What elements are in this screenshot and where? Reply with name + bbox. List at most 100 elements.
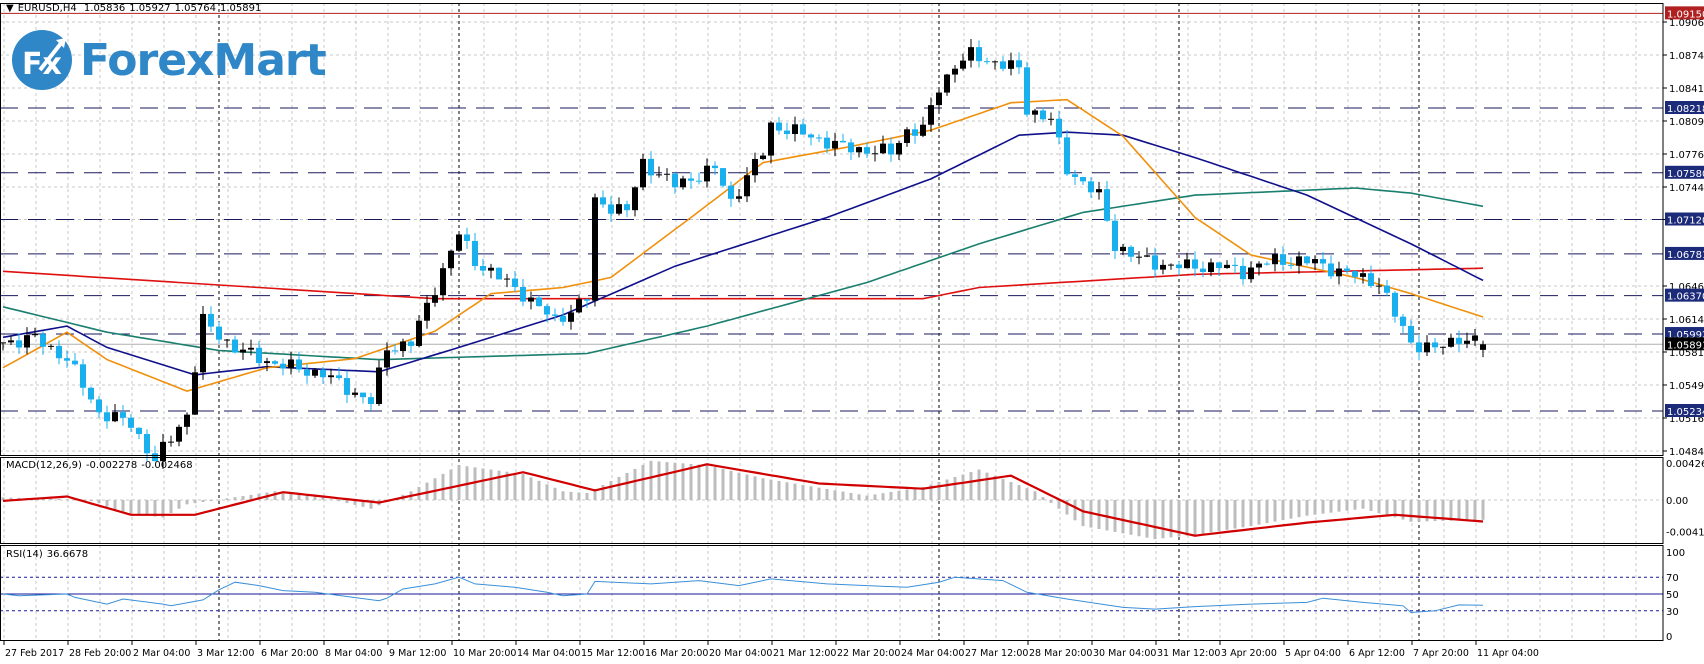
candle-body <box>528 297 534 302</box>
macd-histogram-bar <box>961 474 965 500</box>
candle <box>1232 257 1238 274</box>
macd-histogram-bar <box>993 475 997 500</box>
candle-body <box>1352 271 1358 277</box>
macd-histogram-bar <box>193 500 197 504</box>
macd-histogram-bar <box>449 469 453 500</box>
candle <box>472 232 478 271</box>
level-label: 1.07580 <box>1667 169 1704 180</box>
candle-body <box>288 359 294 369</box>
candle-body <box>464 234 470 241</box>
candle <box>24 327 30 355</box>
macd-histogram-bar <box>817 487 821 500</box>
candle <box>8 336 14 345</box>
ma-red-line <box>2 267 1484 300</box>
candle-body <box>80 364 86 388</box>
candle <box>1184 252 1190 269</box>
macd-tick-label: 0.004261 <box>1666 459 1704 470</box>
candle-body <box>1008 60 1014 69</box>
candle <box>304 363 310 384</box>
candle <box>760 152 766 161</box>
macd-histogram-bar <box>777 480 781 500</box>
candle <box>416 315 422 348</box>
macd-histogram-bar <box>665 462 669 500</box>
candle-body <box>1400 316 1406 326</box>
macd-histogram-bar <box>537 480 541 500</box>
candle <box>768 120 774 164</box>
candle-body <box>728 185 734 199</box>
macd-histogram-bar <box>1281 500 1285 521</box>
candle-body <box>600 197 606 205</box>
time-axis-label: 28 Mar 20:00 <box>1029 648 1092 659</box>
candle <box>1328 255 1334 279</box>
macd-histogram-bar <box>977 469 981 500</box>
macd-histogram-bar <box>1225 500 1229 530</box>
candle-body <box>936 92 942 106</box>
rsi-tick-label: 50 <box>1666 590 1679 601</box>
dropdown-triangle-icon[interactable]: ▼ <box>6 3 14 14</box>
rsi-tick-label: 30 <box>1666 607 1679 618</box>
chart-canvas: 1.090651.087401.084151.080901.077651.074… <box>0 3 1704 659</box>
candle <box>832 132 838 157</box>
macd-histogram-bar <box>1073 500 1077 521</box>
candle <box>504 273 510 288</box>
candle <box>1176 261 1182 276</box>
high-value: 1.05927 <box>129 3 171 14</box>
candle <box>352 388 358 398</box>
candle <box>48 344 54 350</box>
candle <box>1008 52 1014 76</box>
macd-histogram-bar <box>1369 500 1373 511</box>
candle-body <box>264 361 270 364</box>
candle-body <box>1408 325 1414 343</box>
candle-body <box>1168 264 1174 266</box>
candle-body <box>592 197 598 301</box>
candle-body <box>576 299 582 313</box>
candle <box>1304 255 1310 266</box>
macd-histogram-bar <box>241 496 245 500</box>
candle-body <box>192 372 198 415</box>
macd-histogram-bar <box>721 468 725 500</box>
candle <box>192 366 198 416</box>
candle <box>1224 260 1230 269</box>
macd-histogram-bar <box>1345 500 1349 511</box>
candle-body <box>512 278 518 287</box>
candle <box>440 262 446 301</box>
price-tick-label: 1.05490 <box>1669 381 1704 392</box>
candle-body <box>128 417 134 428</box>
rsi-title: RSI(14) 36.6678 <box>6 549 92 560</box>
macd-histogram-bar <box>1353 500 1357 510</box>
candle-body <box>680 178 686 188</box>
macd-histogram-bar <box>1481 500 1485 520</box>
macd-histogram-bar <box>1001 478 1005 500</box>
candle-body <box>272 361 278 364</box>
candle <box>792 116 798 142</box>
candle-body <box>120 412 126 418</box>
candle-body <box>1024 67 1030 115</box>
time-axis-label: 5 Apr 04:00 <box>1285 648 1341 659</box>
candle-body <box>8 340 14 343</box>
candle-body <box>440 268 446 296</box>
time-axis-label: 30 Mar 04:00 <box>1093 648 1156 659</box>
macd-histogram-bar <box>1361 500 1365 509</box>
candle-body <box>1368 273 1374 286</box>
candle-body <box>808 134 814 138</box>
candle <box>1168 263 1174 270</box>
candle <box>16 333 22 354</box>
candle <box>1152 247 1158 278</box>
macd-histogram-bar <box>1209 500 1213 533</box>
candle-body <box>632 187 638 211</box>
macd-histogram-bar <box>513 472 517 500</box>
candle <box>1024 61 1030 117</box>
rsi-value: 36.6678 <box>46 549 89 560</box>
macd-histogram-bar <box>1201 500 1205 534</box>
candle-body <box>1152 255 1158 270</box>
macd-histogram-bar <box>729 470 733 500</box>
candle <box>1400 314 1406 334</box>
macd-histogram-bar <box>809 486 813 500</box>
candle-body <box>1064 137 1070 175</box>
candle <box>96 396 102 418</box>
candle <box>648 151 654 184</box>
candle-body <box>1032 110 1038 115</box>
candle-body <box>1272 254 1278 265</box>
candle <box>1416 334 1422 361</box>
macd-tick-label: 0.00 <box>1666 496 1688 507</box>
